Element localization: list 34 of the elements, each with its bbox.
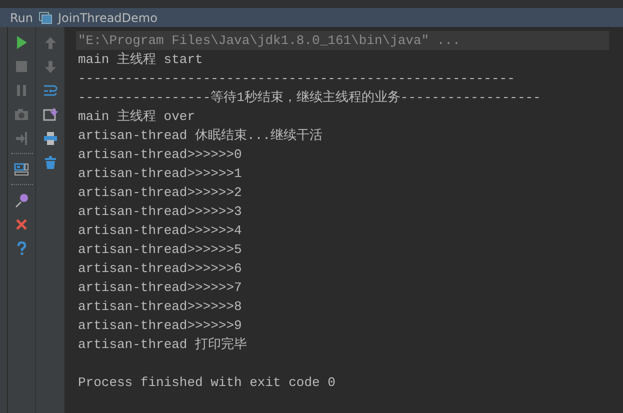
close-icon <box>14 216 29 232</box>
console-line: artisan-thread>>>>>>4 <box>78 222 242 240</box>
console-line: artisan-thread>>>>>>0 <box>78 146 242 164</box>
console-line: artisan-thread>>>>>>5 <box>78 241 242 259</box>
stop-icon <box>14 58 29 74</box>
console-line: artisan-thread>>>>>>7 <box>78 279 242 297</box>
console-line: artisan-thread>>>>>>8 <box>78 298 242 316</box>
console-line: -----------------等待1秒结束，继续主线程的业务------------------ <box>78 89 541 107</box>
run-icon <box>14 34 29 50</box>
trash-icon <box>42 154 58 170</box>
console-line: artisan-thread>>>>>>6 <box>78 260 242 278</box>
run-tab-label[interactable]: Run <box>10 8 34 26</box>
wrap-icon <box>42 82 58 98</box>
console-line: -------------------------------------------------------- <box>78 70 515 88</box>
pause-icon <box>14 82 29 98</box>
console-line: Process finished with exit code 0 <box>78 374 336 392</box>
console-line: artisan-thread>>>>>>2 <box>78 184 242 202</box>
pin-icon <box>14 192 29 208</box>
window-icon <box>39 12 52 24</box>
configuration-title[interactable]: JoinThreadDemo <box>58 8 158 26</box>
console-line: artisan-thread>>>>>>1 <box>78 165 242 183</box>
up-arrow-icon <box>42 34 58 50</box>
console-line: artisan-thread 休眠结束...继续干活 <box>78 127 322 145</box>
console-line: main 主线程 start <box>78 51 203 69</box>
print-icon <box>42 130 58 146</box>
console-line: artisan-thread 打印完毕 <box>78 336 248 354</box>
console-line: main 主线程 over <box>78 108 196 126</box>
console-line: artisan-thread>>>>>>9 <box>78 317 242 335</box>
import-icon <box>42 106 58 122</box>
exit-icon <box>14 130 29 146</box>
camera-icon <box>14 106 29 122</box>
console-line: artisan-thread>>>>>>3 <box>78 203 242 221</box>
down-arrow-icon <box>42 58 58 74</box>
layout-icon <box>14 162 29 176</box>
